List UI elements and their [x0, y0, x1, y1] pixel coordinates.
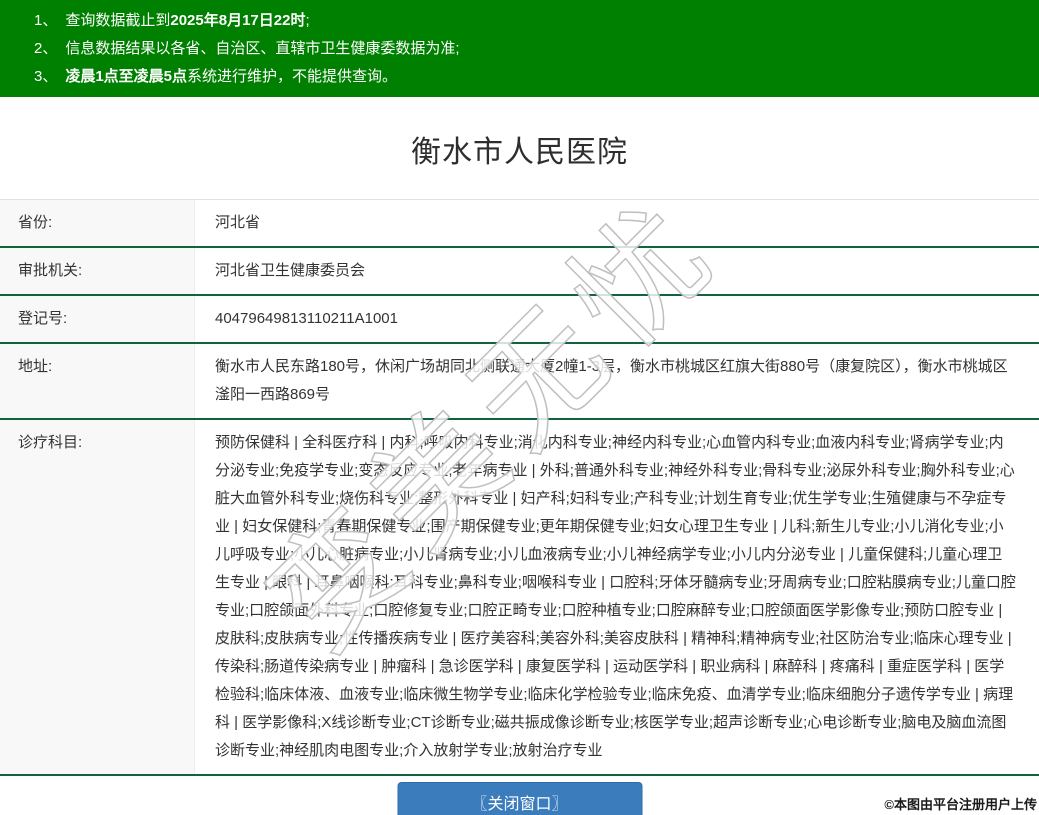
- close-window-button[interactable]: 〖关闭窗口〗: [397, 782, 642, 815]
- notice-text: 查询数据截止到: [65, 12, 170, 29]
- table-row-approval-authority: 审批机关: 河北省卫生健康委员会: [0, 248, 1039, 296]
- notice-highlight: 2025年8月17日22时: [170, 12, 305, 29]
- row-value: 40479649813110211A1001: [195, 296, 1039, 342]
- upload-credit: ©本图由平台注册用户上传: [884, 794, 1037, 813]
- notice-item-2: 2、信息数据结果以各省、自治区、直辖市卫生健康委数据为准;: [34, 35, 1027, 63]
- query-result-page: 1、查询数据截止到2025年8月17日22时; 2、信息数据结果以各省、自治区、…: [0, 0, 1039, 815]
- notice-text: 系统进行维护，不能提供查询。: [187, 68, 397, 85]
- table-row-registration-number: 登记号: 40479649813110211A1001: [0, 296, 1039, 344]
- row-value: 预防保健科 | 全科医疗科 | 内科;呼吸内科专业;消化内科专业;神经内科专业;…: [195, 420, 1039, 774]
- hospital-info-table: 省份: 河北省 审批机关: 河北省卫生健康委员会 登记号: 4047964981…: [0, 199, 1039, 776]
- notice-highlight: 凌晨1点至凌晨5点: [65, 68, 187, 85]
- row-label: 省份:: [0, 200, 195, 246]
- notice-text: 信息数据结果以各省、自治区、直辖市卫生健康委数据为准;: [65, 40, 459, 57]
- hospital-title: 衡水市人民医院: [0, 97, 1039, 199]
- notice-number: 1、: [34, 12, 57, 29]
- notice-number: 2、: [34, 40, 57, 57]
- row-label: 审批机关:: [0, 248, 195, 294]
- table-row-medical-departments: 诊疗科目: 预防保健科 | 全科医疗科 | 内科;呼吸内科专业;消化内科专业;神…: [0, 420, 1039, 776]
- notice-text: ;: [305, 12, 309, 29]
- row-value: 衡水市人民东路180号，休闲广场胡同北侧联通大厦2幢1-3层，衡水市桃城区红旗大…: [195, 344, 1039, 418]
- row-value: 河北省卫生健康委员会: [195, 248, 1039, 294]
- table-row-province: 省份: 河北省: [0, 200, 1039, 248]
- notice-item-3: 3、凌晨1点至凌晨5点系统进行维护，不能提供查询。: [34, 63, 1027, 91]
- notice-number: 3、: [34, 68, 57, 85]
- row-value: 河北省: [195, 200, 1039, 246]
- notice-item-1: 1、查询数据截止到2025年8月17日22时;: [34, 7, 1027, 35]
- row-label: 地址:: [0, 344, 195, 418]
- notice-banner: 1、查询数据截止到2025年8月17日22时; 2、信息数据结果以各省、自治区、…: [0, 0, 1039, 97]
- table-row-address: 地址: 衡水市人民东路180号，休闲广场胡同北侧联通大厦2幢1-3层，衡水市桃城…: [0, 344, 1039, 420]
- row-label: 登记号:: [0, 296, 195, 342]
- row-label: 诊疗科目:: [0, 420, 195, 774]
